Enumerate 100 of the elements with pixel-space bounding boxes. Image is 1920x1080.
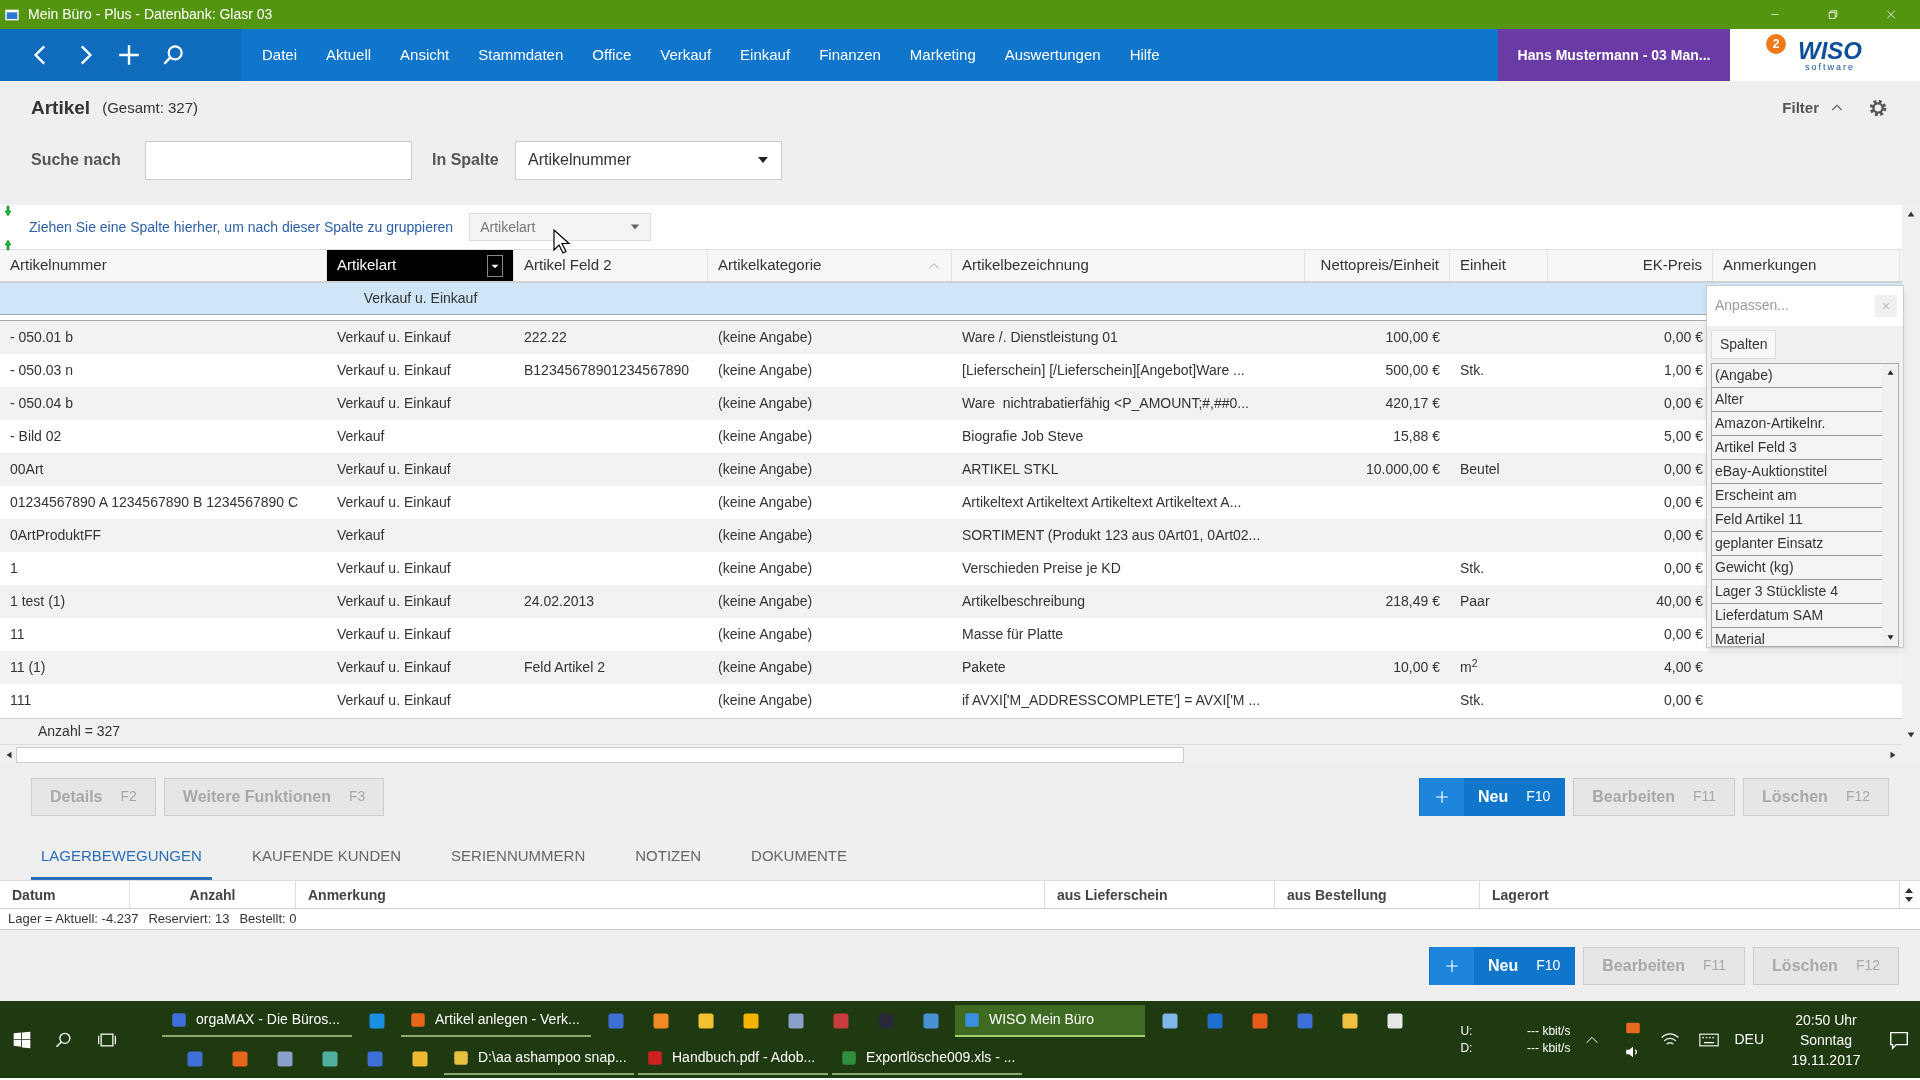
column-option[interactable]: Lieferdatum SAM — [1712, 603, 1882, 628]
column-header[interactable]: Anmerkungen — [1713, 250, 1900, 281]
table-cell-text: B12345678901234567890 — [524, 361, 690, 380]
table-cell-text: ARTIKEL STKL — [962, 460, 1059, 479]
settings-icon[interactable] — [1867, 97, 1889, 119]
customize-search-input[interactable]: Anpassen... — [1715, 295, 1875, 317]
column-option[interactable]: eBay-Auktionstitel — [1712, 459, 1882, 484]
menu-item[interactable]: Datei — [262, 43, 298, 67]
menu-item[interactable]: Marketing — [909, 43, 976, 67]
taskbar-button[interactable]: orgaMAX - Die Büros... — [162, 1004, 352, 1037]
table-cell-text: (keine Angabe) — [718, 658, 813, 677]
detail-tab[interactable]: SERIENNUMMERN — [441, 844, 596, 880]
column-option[interactable]: (Angabe) — [1712, 363, 1882, 388]
column-header[interactable]: Nettopreis/Einheit — [1305, 250, 1450, 281]
scroll-up-icon[interactable] — [1906, 209, 1916, 219]
column-header[interactable]: Anzahl — [189, 885, 236, 906]
search-field[interactable] — [145, 140, 412, 180]
language-indicator[interactable]: DEU — [1734, 1029, 1764, 1050]
table-cell-text: Verschieden Preise je KD — [962, 559, 1121, 578]
filter-toggle[interactable]: Filter — [1782, 96, 1819, 120]
start-icon[interactable] — [12, 1029, 32, 1050]
column-header[interactable]: Artikelbezeichnung — [952, 250, 1305, 281]
column-option[interactable]: Alter — [1712, 387, 1882, 412]
menu-item[interactable]: Stammdaten — [478, 43, 564, 67]
column-header[interactable]: EK-Preis — [1548, 250, 1713, 281]
table-cell-text: 1 test (1) — [10, 592, 66, 611]
taskbar-button[interactable]: Artikel anlegen - Verk... — [401, 1004, 591, 1037]
column-option[interactable]: Feld Artikel 11 — [1712, 507, 1882, 532]
customize-search-field[interactable]: Anpassen... — [1707, 286, 1875, 326]
table-cell-text: Verkauf u. Einkauf — [337, 460, 451, 479]
column-option[interactable]: geplanter Einsatz — [1712, 531, 1882, 556]
menu-item[interactable]: Aktuell — [326, 43, 372, 67]
menu-item[interactable]: Hilfe — [1129, 43, 1160, 67]
detail-tab[interactable]: DOKUMENTE — [741, 844, 857, 880]
list-scrollbar[interactable] — [1882, 363, 1898, 646]
panel-tab[interactable]: Spalten — [1711, 329, 1777, 359]
table-cell-text: if AVXI['M_ADDRESSCOMPLETE'] = AVXI['M ... — [962, 691, 1261, 710]
detail-tab[interactable]: NOTIZEN — [625, 844, 712, 880]
user-button[interactable]: Hans Mustermann - 03 Man... — [1498, 29, 1730, 81]
column-option[interactable]: Erscheint am — [1712, 483, 1882, 508]
column-header[interactable]: Lagerort — [1492, 885, 1549, 906]
table-cell-text: Verkauf u. Einkauf — [337, 493, 451, 512]
scroll-down-icon[interactable] — [1906, 730, 1916, 740]
column-header[interactable]: Datum — [12, 885, 56, 906]
column-header[interactable]: Artikelart — [327, 250, 514, 281]
menu-item[interactable]: Finanzen — [819, 43, 881, 67]
detail-tab[interactable]: KAUFENDE KUNDEN — [241, 844, 412, 880]
drop-arrow-icon — [2, 205, 14, 217]
column-option[interactable]: Gewicht (kg) — [1712, 555, 1882, 580]
filter-value[interactable]: Verkauf u. Einkauf — [363, 288, 478, 309]
column-header[interactable]: Artikelkategorie — [708, 250, 952, 281]
table-cell-text: 11 (1) — [10, 658, 46, 677]
table-cell-text: (keine Angabe) — [718, 328, 813, 347]
column-header[interactable]: Einheit — [1450, 250, 1548, 281]
menu-item[interactable]: Ansicht — [400, 43, 450, 67]
horizontal-scrollbar[interactable] — [0, 744, 1902, 764]
add-icon — [1429, 946, 1474, 985]
group-hint: Ziehen Sie eine Spalte hierher, um nach dieser Spalte zu gruppieren — [29, 217, 454, 237]
scroll-right-icon[interactable] — [1888, 749, 1898, 760]
table-cell-text: 11 — [10, 625, 25, 644]
dropdown-icon[interactable] — [487, 254, 503, 277]
taskbar-button[interactable]: Handbuch.pdf - Adob... — [638, 1042, 828, 1075]
scroll-up-icon[interactable] — [1885, 367, 1895, 377]
new-button[interactable]: Neu F10 — [1418, 777, 1566, 816]
search-label: Suche nach — [31, 150, 122, 170]
taskbar-button[interactable]: WISO Mein Büro — [955, 1004, 1145, 1037]
add-icon[interactable] — [116, 42, 142, 68]
table-cell-text: 0,00 € — [1664, 526, 1703, 545]
table-cell-text: (keine Angabe) — [718, 691, 813, 710]
table-cell-text: 100,00 € — [1385, 328, 1440, 347]
table-cell-text: Verkauf u. Einkauf — [337, 328, 451, 347]
menu-item[interactable]: Einkauf — [740, 43, 791, 67]
table-cell-text: Verkauf — [337, 427, 385, 446]
clock[interactable]: 20:50 Uhr Sonntag 19.11.2017 — [1786, 1009, 1866, 1070]
scroll-down-icon[interactable] — [1885, 633, 1895, 642]
column-option[interactable]: Amazon-Artikelnr. — [1712, 411, 1882, 436]
dropdown-icon — [630, 222, 641, 232]
table-cell-text: Stk. — [1460, 691, 1485, 710]
table-cell-text: Verkauf u. Einkauf — [337, 658, 451, 677]
column-dropdown[interactable]: Artikelnummer — [515, 140, 782, 180]
menu-item[interactable]: Verkauf — [660, 43, 712, 67]
column-header[interactable]: aus Bestellung — [1287, 885, 1387, 906]
table-cell-text: (keine Angabe) — [718, 460, 813, 479]
menu-item[interactable]: Auswertungen — [1004, 43, 1101, 67]
table-cell-text: Paar — [1460, 592, 1490, 611]
column-header[interactable]: aus Lieferschein — [1057, 885, 1168, 906]
taskbar-button[interactable]: Exportlösche009.xls - ... — [832, 1042, 1022, 1075]
column-option[interactable]: Lager 3 Stückliste 4 — [1712, 579, 1882, 604]
column-header[interactable]: Anmerkung — [308, 885, 386, 906]
dragged-column-header[interactable]: Artikelart — [469, 213, 652, 241]
menu-item[interactable]: Office — [592, 43, 632, 67]
column-option[interactable]: Artikel Feld 3 — [1712, 435, 1882, 460]
scroll-left-icon[interactable] — [4, 749, 14, 760]
new-button[interactable]: Neu F10 — [1428, 946, 1576, 985]
table-cell-text: 420,17 € — [1385, 394, 1440, 413]
table-cell-text: (keine Angabe) — [718, 394, 813, 413]
taskbar-button[interactable]: D:\aa ashampoo snap... — [444, 1042, 634, 1075]
logo: 2 WISO software — [1730, 29, 1920, 81]
table-cell-text: 01234567890 A 1234567890 B 1234567890 C — [10, 493, 299, 512]
table-cell-text: (keine Angabe) — [718, 526, 813, 545]
